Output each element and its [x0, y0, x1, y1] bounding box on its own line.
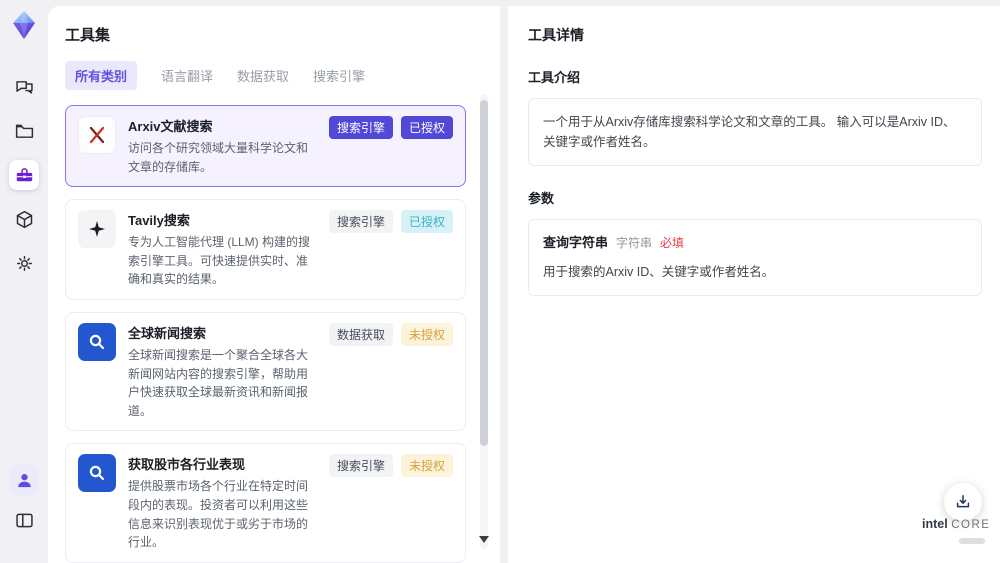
param-type: 字符串: [616, 236, 653, 250]
intel-core-logo: intel CORE: [922, 517, 991, 549]
pane-divider: [500, 6, 508, 563]
params-heading: 参数: [528, 191, 555, 206]
tool-card-tavily[interactable]: Tavily搜索 专为人工智能代理 (LLM) 构建的搜索引擎工具。可快速提供实…: [65, 199, 466, 300]
core-wordmark: CORE: [951, 519, 991, 531]
tool-card-sector-performance[interactable]: 获取股市各行业表现 提供股票市场各个行业在特定时间段内的表现。投资者可以利用这些…: [65, 443, 466, 563]
main-area: 工具集 所有类别 语言翻译 数据获取 搜索引擎 Arxiv文献搜索 访问各个研究…: [48, 6, 1000, 563]
tool-name: 全球新闻搜索: [128, 325, 207, 341]
category-badge: 搜索引擎: [328, 210, 393, 234]
category-tabs: 所有类别 语言翻译 数据获取 搜索引擎: [65, 61, 500, 90]
tab-translation[interactable]: 语言翻译: [161, 61, 213, 90]
blue-search-icon: [78, 322, 116, 361]
status-badge: 未授权: [400, 454, 453, 478]
parameter-box: 查询字符串 字符串 必填 用于搜索的Arxiv ID、关键字或作者姓名。: [528, 219, 982, 296]
detail-title: 工具详情: [528, 27, 584, 43]
intel-wordmark: intel: [922, 517, 948, 531]
category-badge: 搜索引擎: [328, 454, 393, 478]
rail-bottom: [9, 465, 39, 563]
tool-detail-pane: 工具详情 工具介绍 一个用于从Arxiv存储库搜索科学论文和文章的工具。 输入可…: [508, 6, 1000, 563]
layout-panel-icon: [15, 513, 33, 527]
user-icon: [17, 473, 31, 487]
param-description: 用于搜索的Arxiv ID、关键字或作者姓名。: [543, 264, 775, 279]
toggle-panel-button[interactable]: [9, 505, 39, 535]
user-profile-button[interactable]: [9, 465, 39, 495]
toolbox-icon: [16, 167, 32, 181]
download-icon: [956, 495, 970, 508]
models-nav-button[interactable]: [9, 204, 39, 234]
param-required-flag: 必填: [660, 236, 685, 250]
gear-icon: [16, 255, 32, 271]
tool-description: 访问各个研究领域大量科学论文和文章的存储库。: [128, 141, 309, 174]
tool-card-global-news[interactable]: 全球新闻搜索 全球新闻搜索是一个聚合全球各大新闻网站内容的搜索引擎，帮助用户快速…: [65, 311, 466, 432]
blue-search-icon: [78, 454, 116, 493]
tool-list-pane: 工具集 所有类别 语言翻译 数据获取 搜索引擎 Arxiv文献搜索 访问各个研究…: [48, 6, 500, 563]
tools-nav-button[interactable]: [9, 160, 39, 190]
chat-nav-button[interactable]: [9, 72, 39, 102]
sparkle-icon: [78, 210, 116, 249]
page-title: 工具集: [65, 27, 111, 44]
download-button[interactable]: [944, 483, 982, 521]
settings-nav-button[interactable]: [9, 248, 39, 278]
app-rail: [0, 0, 48, 563]
gem-logo-icon: [13, 11, 35, 39]
status-badge: 已授权: [400, 210, 453, 234]
app-logo: [7, 8, 41, 42]
tool-intro-box: 一个用于从Arxiv存储库搜索科学论文和文章的工具。 输入可以是Arxiv ID…: [528, 98, 982, 166]
category-badge: 搜索引擎: [328, 116, 393, 139]
tool-name: Tavily搜索: [128, 213, 190, 229]
status-badge: 已授权: [400, 116, 453, 139]
folder-icon: [15, 124, 33, 138]
scrollbar-thumb[interactable]: [480, 100, 488, 446]
ultra-badge: [959, 538, 985, 544]
folder-nav-button[interactable]: [9, 116, 39, 146]
status-badge: 未授权: [400, 322, 453, 346]
tool-name: Arxiv文献搜索: [128, 119, 213, 134]
tab-search-engine[interactable]: 搜索引擎: [313, 61, 365, 90]
tab-all-categories[interactable]: 所有类别: [65, 61, 138, 90]
tool-description: 全球新闻搜索是一个聚合全球各大新闻网站内容的搜索引擎，帮助用户快速获取全球最新资…: [128, 347, 309, 418]
arxiv-icon: [78, 116, 116, 154]
param-name: 查询字符串: [543, 235, 609, 250]
scrollbar-down-arrow[interactable]: [479, 536, 489, 543]
list-scrollbar[interactable]: [479, 94, 489, 549]
tool-description: 专为人工智能代理 (LLM) 构建的搜索引擎工具。可快速提供实时、准确和真实的结…: [128, 235, 311, 287]
tool-card-arxiv[interactable]: Arxiv文献搜索 访问各个研究领域大量科学论文和文章的存储库。 搜索引擎 已授…: [65, 105, 466, 188]
tool-cards: Arxiv文献搜索 访问各个研究领域大量科学论文和文章的存储库。 搜索引擎 已授…: [65, 105, 500, 563]
tool-name: 获取股市各行业表现: [128, 457, 246, 473]
chat-icon: [15, 80, 33, 94]
cube-icon: [16, 210, 32, 228]
tool-description: 提供股票市场各个行业在特定时间段内的表现。投资者可以利用这些信息来识别表现优于或…: [128, 479, 309, 550]
category-badge: 数据获取: [328, 322, 393, 346]
rail-nav: [9, 72, 39, 278]
intro-heading: 工具介绍: [528, 70, 581, 85]
tab-data-fetch[interactable]: 数据获取: [237, 61, 289, 90]
